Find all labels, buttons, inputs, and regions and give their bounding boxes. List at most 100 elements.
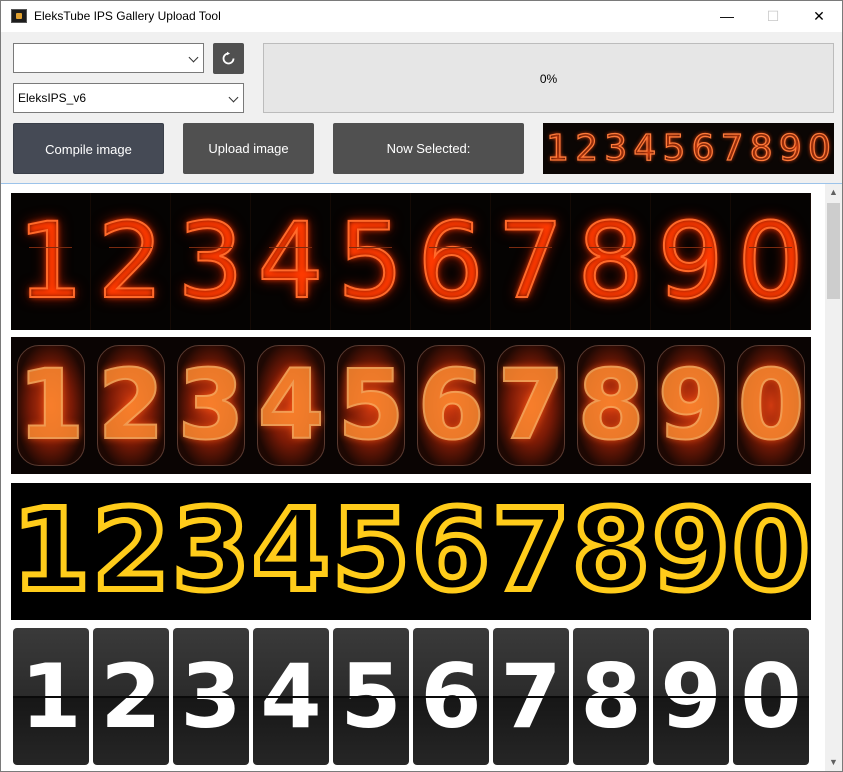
digit-glyph: 8 <box>571 483 651 619</box>
preview-digit: 7 <box>720 127 744 169</box>
now-selected-button[interactable]: Now Selected: <box>333 123 524 174</box>
digit-glyph: 0 <box>740 645 802 748</box>
scroll-down-arrow-icon[interactable]: ▼ <box>825 754 842 771</box>
digit-glyph: 9 <box>651 483 731 619</box>
digit-glyph: 4 <box>251 193 330 330</box>
digit-glyph: 2 <box>97 348 166 462</box>
digit-cell: 8 <box>573 628 649 765</box>
gallery-item-nixie-thin[interactable]: 1234567890 <box>11 193 811 330</box>
digit-cell: 9 <box>651 483 731 620</box>
gallery-item-nixie-tube[interactable]: 1234567890 <box>11 337 811 474</box>
model-select-value: EleksIPS_v6 <box>18 91 87 105</box>
digit-cell: 6 <box>411 337 491 474</box>
digit-glyph: 5 <box>331 483 411 619</box>
digit-glyph: 9 <box>657 348 726 462</box>
digit-glyph: 8 <box>571 193 650 330</box>
digit-cell: 2 <box>91 337 171 474</box>
digit-glyph: 7 <box>491 193 570 330</box>
digit-cell: 4 <box>253 628 329 765</box>
app-icon <box>11 9 27 23</box>
gallery-item-dot-matrix[interactable]: 1234567890 <box>11 483 811 620</box>
digit-glyph: 3 <box>171 483 251 619</box>
maximize-button[interactable]: ☐ <box>750 1 796 32</box>
gallery-scrollbar[interactable]: ▲ ▼ <box>825 184 842 771</box>
digit-cell: 2 <box>91 483 171 620</box>
digit-glyph: 5 <box>331 193 410 330</box>
progress-percent: 0% <box>539 72 558 86</box>
digit-cell: 7 <box>491 337 571 474</box>
digit-glyph: 8 <box>580 645 642 748</box>
digit-glyph: 6 <box>420 645 482 748</box>
digit-glyph: 6 <box>417 348 486 462</box>
digit-cell: 4 <box>251 193 331 330</box>
digit-cell: 8 <box>571 193 651 330</box>
digit-glyph: 1 <box>11 483 91 619</box>
scrollbar-thumb[interactable] <box>827 203 840 299</box>
port-select[interactable] <box>13 43 204 73</box>
digit-cell: 9 <box>653 628 729 765</box>
digit-glyph: 6 <box>411 193 490 330</box>
preview-digit: 0 <box>807 127 831 169</box>
digit-glyph: 1 <box>11 193 90 330</box>
digit-cell: 2 <box>93 628 169 765</box>
upload-progress-bar: 0% <box>263 43 834 113</box>
preview-digit: 8 <box>749 127 773 169</box>
digit-cell: 8 <box>571 337 651 474</box>
digit-cell: 8 <box>571 483 651 620</box>
digit-cell: 7 <box>491 483 571 620</box>
compile-image-button[interactable]: Compile image <box>13 123 164 174</box>
digit-glyph: 1 <box>17 348 86 462</box>
title-bar[interactable]: EleksTube IPS Gallery Upload Tool — ☐ ✕ <box>1 1 842 32</box>
preview-digit: 4 <box>633 127 657 169</box>
digit-cell: 4 <box>251 337 331 474</box>
app-window: EleksTube IPS Gallery Upload Tool — ☐ ✕ … <box>0 0 843 772</box>
digit-cell: 9 <box>651 193 731 330</box>
digit-cell: 2 <box>91 193 171 330</box>
digit-cell: 1 <box>11 337 91 474</box>
digit-glyph: 8 <box>577 348 646 462</box>
digit-cell: 6 <box>411 193 491 330</box>
preview-digit: 9 <box>778 127 802 169</box>
digit-cell: 5 <box>331 193 411 330</box>
digit-glyph: 7 <box>497 348 566 462</box>
digit-glyph: 0 <box>731 193 810 330</box>
refresh-icon <box>222 51 235 65</box>
window-title: EleksTube IPS Gallery Upload Tool <box>34 9 221 23</box>
minimize-button[interactable]: — <box>704 1 750 32</box>
selected-style-preview: 1234567890 <box>543 123 834 174</box>
upload-image-button[interactable]: Upload image <box>183 123 314 174</box>
digit-cell: 6 <box>411 483 491 620</box>
digit-glyph: 9 <box>651 193 730 330</box>
digit-glyph: 5 <box>340 645 402 748</box>
digit-cell: 4 <box>251 483 331 620</box>
digit-glyph: 5 <box>337 348 406 462</box>
digit-glyph: 0 <box>737 348 806 462</box>
preview-digit: 2 <box>575 127 599 169</box>
chevron-down-icon <box>228 92 239 103</box>
digit-cell: 5 <box>331 337 411 474</box>
chevron-down-icon <box>188 52 199 63</box>
digit-cell: 0 <box>731 193 811 330</box>
preview-digit: 5 <box>662 127 686 169</box>
digit-cell: 1 <box>11 483 91 620</box>
preview-digit: 6 <box>691 127 715 169</box>
scroll-up-arrow-icon[interactable]: ▲ <box>825 184 842 201</box>
digit-glyph: 1 <box>20 645 82 748</box>
digit-cell: 6 <box>413 628 489 765</box>
digit-cell: 9 <box>651 337 731 474</box>
digit-glyph: 2 <box>91 193 170 330</box>
refresh-button[interactable] <box>213 43 244 74</box>
digit-cell: 1 <box>11 193 91 330</box>
digit-glyph: 7 <box>491 483 571 619</box>
digit-cell: 3 <box>171 337 251 474</box>
preview-digit: 3 <box>604 127 628 169</box>
digit-cell: 3 <box>171 483 251 620</box>
digit-cell: 7 <box>493 628 569 765</box>
digit-glyph: 3 <box>171 193 250 330</box>
gallery-item-flip-clock[interactable]: 1234567890 <box>11 628 811 765</box>
digit-cell: 1 <box>13 628 89 765</box>
digit-glyph: 7 <box>500 645 562 748</box>
model-select[interactable]: EleksIPS_v6 <box>13 83 244 113</box>
close-button[interactable]: ✕ <box>796 1 842 32</box>
style-gallery[interactable]: 1234567890 1234567890 1234567890 1234567… <box>1 184 825 771</box>
